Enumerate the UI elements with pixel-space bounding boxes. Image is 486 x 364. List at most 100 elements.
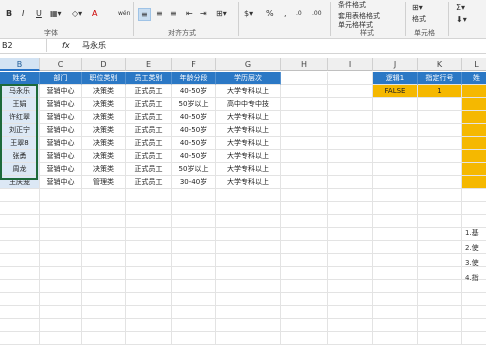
empty-cell[interactable]: [82, 228, 126, 241]
empty-cell[interactable]: [418, 215, 462, 228]
column-header-g[interactable]: G: [216, 58, 281, 71]
empty-cell[interactable]: [373, 202, 418, 215]
empty-cell[interactable]: [281, 202, 328, 215]
empty-cell[interactable]: [418, 267, 462, 280]
empty-cell[interactable]: [0, 267, 40, 280]
empty-cell[interactable]: [373, 124, 418, 137]
empty-cell[interactable]: [328, 332, 373, 345]
decimal-increase-button[interactable]: .0: [294, 8, 304, 19]
empty-cell[interactable]: [281, 163, 328, 176]
table-header-cell[interactable]: 年龄分段: [172, 72, 216, 85]
empty-cell[interactable]: [373, 267, 418, 280]
empty-cell[interactable]: [418, 124, 462, 137]
table-cell[interactable]: 大学专科以上: [216, 124, 281, 137]
empty-cell[interactable]: [281, 228, 328, 241]
empty-cell[interactable]: [418, 306, 462, 319]
underline-button[interactable]: U: [34, 8, 44, 19]
empty-cell[interactable]: [40, 332, 82, 345]
table-cell[interactable]: 大学专科以上: [216, 176, 281, 189]
table-header-cell[interactable]: 学历层次: [216, 72, 281, 85]
table-cell[interactable]: 40-50岁: [172, 111, 216, 124]
empty-cell[interactable]: [281, 241, 328, 254]
empty-cell[interactable]: [172, 189, 216, 202]
empty-cell[interactable]: [0, 306, 40, 319]
empty-cell[interactable]: [82, 319, 126, 332]
borders-icon[interactable]: ▦▾: [48, 8, 64, 19]
empty-cell[interactable]: [0, 280, 40, 293]
empty-cell[interactable]: [126, 228, 172, 241]
side-list-cell[interactable]: [462, 137, 486, 150]
empty-cell[interactable]: [216, 241, 281, 254]
table-cell[interactable]: 营销中心: [40, 111, 82, 124]
empty-cell[interactable]: [418, 150, 462, 163]
empty-cell[interactable]: [418, 293, 462, 306]
column-header-h[interactable]: H: [281, 58, 328, 71]
empty-cell[interactable]: [328, 306, 373, 319]
empty-cell[interactable]: [281, 150, 328, 163]
empty-cell[interactable]: [373, 228, 418, 241]
table-cell[interactable]: 决策类: [82, 137, 126, 150]
side-value-cell[interactable]: FALSE: [373, 85, 418, 98]
empty-cell[interactable]: [126, 267, 172, 280]
empty-cell[interactable]: [281, 98, 328, 111]
empty-cell[interactable]: [373, 176, 418, 189]
empty-cell[interactable]: [216, 319, 281, 332]
empty-cell[interactable]: [281, 280, 328, 293]
empty-cell[interactable]: [328, 163, 373, 176]
name-box[interactable]: B2: [0, 39, 47, 52]
side-value-cell[interactable]: [462, 85, 486, 98]
comma-button[interactable]: ,: [282, 8, 289, 19]
table-cell[interactable]: 决策类: [82, 111, 126, 124]
empty-cell[interactable]: [126, 280, 172, 293]
side-header-cell[interactable]: 指定行号: [418, 72, 462, 85]
empty-cell[interactable]: [418, 202, 462, 215]
empty-cell[interactable]: [126, 293, 172, 306]
empty-cell[interactable]: [172, 306, 216, 319]
table-cell[interactable]: 决策类: [82, 150, 126, 163]
empty-cell[interactable]: [328, 228, 373, 241]
italic-button[interactable]: I: [20, 8, 26, 19]
empty-cell[interactable]: [172, 280, 216, 293]
table-cell[interactable]: 营销中心: [40, 124, 82, 137]
empty-cell[interactable]: [373, 293, 418, 306]
empty-cell[interactable]: [328, 189, 373, 202]
empty-cell[interactable]: [373, 98, 418, 111]
format-button[interactable]: 格式: [410, 14, 428, 25]
side-value-cell[interactable]: 1: [418, 85, 462, 98]
table-cell[interactable]: 决策类: [82, 124, 126, 137]
empty-cell[interactable]: [40, 215, 82, 228]
empty-cell[interactable]: [216, 202, 281, 215]
empty-cell[interactable]: [281, 306, 328, 319]
table-cell[interactable]: 50岁以上: [172, 98, 216, 111]
empty-cell[interactable]: [281, 176, 328, 189]
table-cell[interactable]: 正式员工: [126, 98, 172, 111]
table-cell[interactable]: 高中中专中技: [216, 98, 281, 111]
empty-cell[interactable]: [281, 85, 328, 98]
empty-cell[interactable]: [0, 215, 40, 228]
empty-cell[interactable]: [281, 215, 328, 228]
empty-cell[interactable]: [40, 202, 82, 215]
empty-cell[interactable]: [373, 150, 418, 163]
empty-cell[interactable]: [172, 267, 216, 280]
empty-cell[interactable]: [0, 202, 40, 215]
table-cell[interactable]: 大学专科以上: [216, 111, 281, 124]
empty-cell[interactable]: [216, 267, 281, 280]
empty-cell[interactable]: [462, 332, 486, 345]
column-header-j[interactable]: J: [373, 58, 418, 71]
empty-cell[interactable]: [418, 254, 462, 267]
column-header-k[interactable]: K: [418, 58, 462, 71]
empty-cell[interactable]: [418, 137, 462, 150]
empty-cell[interactable]: [40, 189, 82, 202]
side-header-cell[interactable]: 逻辑1: [373, 72, 418, 85]
side-list-cell[interactable]: [462, 150, 486, 163]
empty-cell[interactable]: [126, 306, 172, 319]
empty-cell[interactable]: [40, 319, 82, 332]
empty-cell[interactable]: [172, 215, 216, 228]
empty-cell[interactable]: [82, 215, 126, 228]
table-header-cell[interactable]: 职位类别: [82, 72, 126, 85]
empty-cell[interactable]: [82, 202, 126, 215]
table-cell[interactable]: 大学专科以上: [216, 85, 281, 98]
column-header-l[interactable]: L: [462, 58, 486, 71]
empty-cell[interactable]: [126, 241, 172, 254]
empty-cell[interactable]: [418, 241, 462, 254]
